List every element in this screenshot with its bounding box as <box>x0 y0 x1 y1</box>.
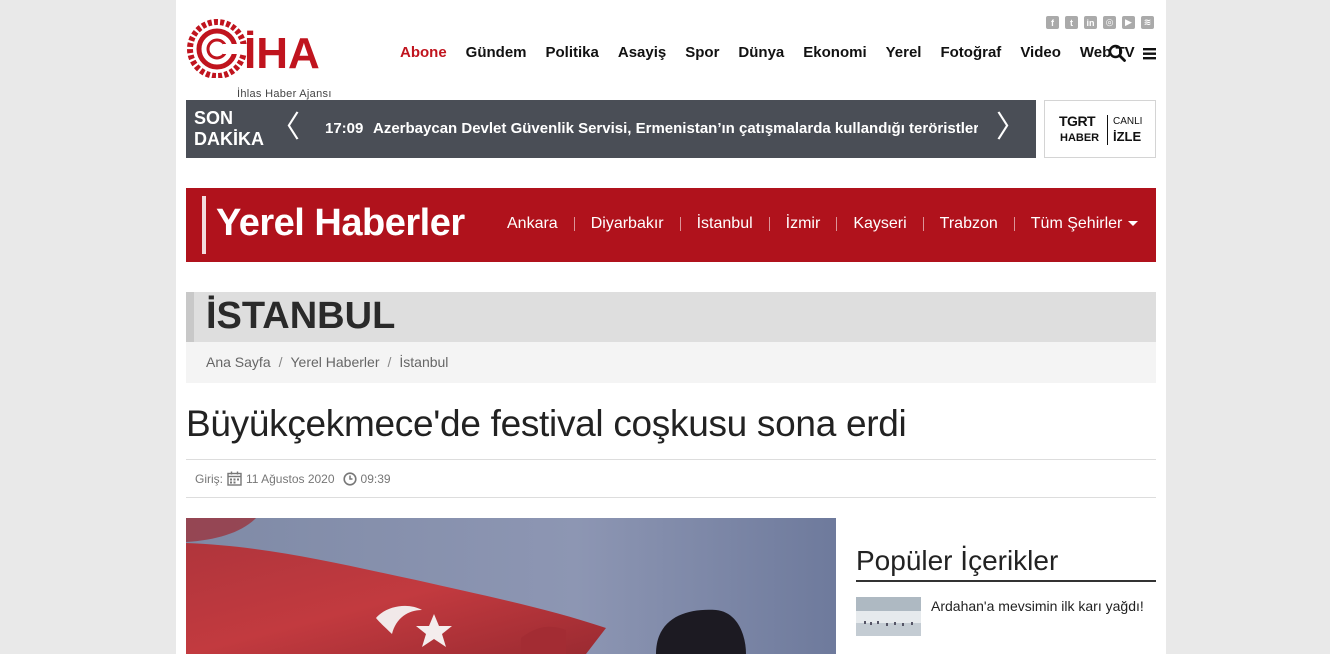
nav-video[interactable]: Video <box>1020 44 1061 61</box>
breadcrumb-separator: / <box>387 354 392 370</box>
entry-label: Giriş: <box>195 471 223 486</box>
nav-ekonomi[interactable]: Ekonomi <box>803 44 866 61</box>
snow-landscape-image <box>856 597 921 636</box>
article-date: 11 Ağustos 2020 <box>246 471 335 486</box>
article-headline: Büyükçekmece'de festival coşkusu sona er… <box>186 403 907 444</box>
ticker-next-icon[interactable]: 〉 <box>996 111 1026 145</box>
facebook-icon[interactable]: f <box>1046 16 1059 29</box>
search-icon[interactable] <box>1108 44 1126 62</box>
breaking-news-ticker: SON DAKİKA 〈 17:09 Azerbaycan Devlet Güv… <box>186 100 1036 158</box>
city-header: İSTANBUL <box>186 292 1156 383</box>
tv-divider <box>1107 115 1108 145</box>
breadcrumb-home[interactable]: Ana Sayfa <box>206 354 271 370</box>
local-news-title[interactable]: Yerel Haberler <box>216 202 465 245</box>
popular-item-title[interactable]: Ardahan'a mevsimin ilk karı yağdı! <box>931 597 1146 616</box>
linkedin-icon[interactable]: in <box>1084 16 1097 29</box>
ticker-prev-icon[interactable]: 〈 <box>270 111 300 145</box>
article-meta: Giriş: 11 Ağustos 2020 09:39 <box>186 459 1156 498</box>
city-link-diyarbakir[interactable]: Diyarbakır <box>591 215 664 233</box>
calendar-icon <box>227 471 242 486</box>
page: İHA İhlas Haber Ajansı f t in ◎ ▶ ≋ Abon… <box>176 0 1166 654</box>
breadcrumb-local-news[interactable]: Yerel Haberler <box>291 354 380 370</box>
popular-title: Popüler İçerikler <box>856 545 1059 576</box>
nav-dunya[interactable]: Dünya <box>738 44 784 61</box>
ticker-time: 17:09 <box>325 120 364 137</box>
breadcrumb: Ana Sayfa / Yerel Haberler / İstanbul <box>186 342 1156 383</box>
all-cities-label: Tüm Şehirler <box>1030 215 1123 232</box>
flag-photo-image <box>186 518 836 654</box>
local-bar-accent <box>202 196 206 254</box>
tv-canli-label: CANLI <box>1113 116 1143 127</box>
nav-abone[interactable]: Abone <box>400 44 447 61</box>
main-nav: Abone Gündem Politika Asayiş Spor Dünya … <box>400 44 1154 61</box>
tv-brand-top: TGRT <box>1059 113 1096 129</box>
iha-logo-mark: İHA <box>187 19 320 79</box>
city-separator <box>836 217 838 231</box>
logo-subtitle: İhlas Haber Ajansı <box>237 88 332 100</box>
caret-down-icon <box>1128 221 1139 227</box>
ticker-label-line2: DAKİKA <box>194 129 264 149</box>
iha-logo[interactable]: İHA İhlas Haber Ajansı <box>186 18 361 100</box>
rss-icon[interactable]: ≋ <box>1141 16 1154 29</box>
twitter-icon[interactable]: t <box>1065 16 1078 29</box>
logo-text: İHA <box>244 29 320 78</box>
ticker-label-line1: SON <box>194 108 234 128</box>
tv-brand-bottom: HABER <box>1060 132 1100 144</box>
city-link-kayseri[interactable]: Kayseri <box>853 215 906 233</box>
city-links: Ankara Diyarbakır İstanbul İzmir Kayseri… <box>507 215 1139 233</box>
nav-politika[interactable]: Politika <box>546 44 599 61</box>
breadcrumb-separator: / <box>278 354 283 370</box>
tv-izle-label: İZLE <box>1113 129 1142 144</box>
instagram-icon[interactable]: ◎ <box>1103 16 1116 29</box>
city-link-istanbul[interactable]: İstanbul <box>697 215 753 233</box>
ticker-headline[interactable]: Azerbaycan Devlet Güvenlik Servisi, Erme… <box>373 120 978 137</box>
city-link-ankara[interactable]: Ankara <box>507 215 558 233</box>
city-separator <box>922 217 924 231</box>
city-title: İSTANBUL <box>206 295 396 337</box>
clock-icon <box>342 471 357 486</box>
nav-gundem[interactable]: Gündem <box>466 44 527 61</box>
social-links: f t in ◎ ▶ ≋ <box>1046 16 1154 29</box>
city-link-trabzon[interactable]: Trabzon <box>940 215 998 233</box>
city-separator <box>1013 217 1015 231</box>
city-separator <box>573 217 575 231</box>
youtube-icon[interactable]: ▶ <box>1122 16 1135 29</box>
nav-fotograf[interactable]: Fotoğraf <box>940 44 1001 61</box>
city-link-izmir[interactable]: İzmir <box>786 215 821 233</box>
article-time: 09:39 <box>360 471 391 486</box>
popular-item-thumbnail[interactable] <box>856 597 921 636</box>
ticker-label: SON DAKİKA <box>194 108 264 150</box>
breadcrumb-istanbul[interactable]: İstanbul <box>399 354 448 370</box>
local-news-bar: Yerel Haberler Ankara Diyarbakır İstanbu… <box>186 188 1156 262</box>
city-separator <box>768 217 770 231</box>
live-tv-button[interactable]: TGRT HABER CANLI İZLE <box>1044 100 1156 158</box>
popular-title-underline <box>856 580 1156 582</box>
city-separator <box>679 217 681 231</box>
article-photo[interactable] <box>186 518 836 654</box>
nav-asayis[interactable]: Asayiş <box>618 44 666 61</box>
nav-spor[interactable]: Spor <box>685 44 719 61</box>
menu-icon[interactable] <box>1141 44 1159 62</box>
all-cities-dropdown[interactable]: Tüm Şehirler <box>1031 215 1139 233</box>
nav-yerel[interactable]: Yerel <box>886 44 922 61</box>
